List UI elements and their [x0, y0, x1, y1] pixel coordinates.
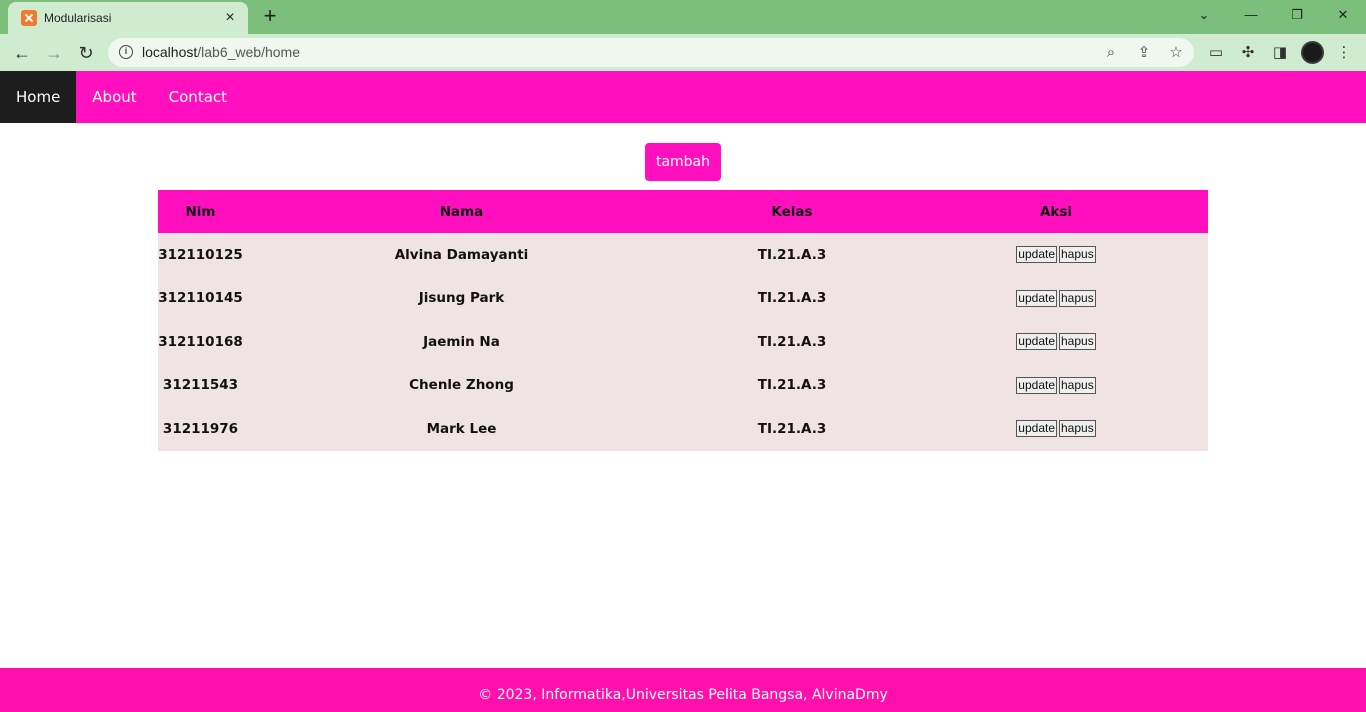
tab-title: Modularisasi — [44, 11, 112, 25]
delete-button[interactable]: hapus — [1059, 289, 1096, 307]
nav-home[interactable]: Home — [0, 71, 77, 123]
cell-kelas: TI.21.A.3 — [680, 363, 904, 407]
cast-icon[interactable]: ▭ — [1205, 42, 1227, 64]
browser-tab[interactable]: Modularisasi × — [8, 2, 248, 34]
update-button[interactable]: update — [1016, 420, 1057, 438]
footer-text: © 2023, Informatika,Universitas Pelita B… — [478, 687, 888, 703]
page-footer: © 2023, Informatika,Universitas Pelita B… — [0, 668, 1366, 712]
update-button[interactable]: update — [1016, 289, 1057, 307]
header-nama: Nama — [243, 190, 680, 233]
table-row: 312110168 Jaemin Na TI.21.A.3 update hapu… — [158, 320, 1208, 364]
cell-nim: 31211976 — [158, 407, 243, 451]
cell-nim: 312110125 — [158, 233, 243, 277]
bookmark-star-icon[interactable]: ☆ — [1166, 43, 1186, 63]
cell-aksi: update hapus — [904, 276, 1208, 320]
cell-nama: Jisung Park — [243, 276, 680, 320]
main-navbar: Home About Contact — [0, 71, 1366, 123]
header-nim: Nim — [158, 190, 243, 233]
add-button[interactable]: tambah — [645, 143, 721, 181]
delete-button[interactable]: hapus — [1059, 246, 1096, 264]
delete-button[interactable]: hapus — [1059, 420, 1096, 438]
cell-nim: 312110145 — [158, 276, 243, 320]
update-button[interactable]: update — [1016, 376, 1057, 394]
xampp-favicon-icon — [21, 10, 37, 26]
browser-toolbar: ← → ↻ i localhost/lab6_web/home ⌕ ⇪ ☆ ▭ … — [0, 34, 1366, 71]
table-row: 312110145 Jisung Park TI.21.A.3 update ha… — [158, 276, 1208, 320]
menu-kebab-icon[interactable]: ⋮ — [1333, 42, 1355, 64]
window-close-icon[interactable]: ✕ — [1320, 0, 1366, 30]
cell-nama: Alvina Damayanti — [243, 233, 680, 277]
profile-avatar[interactable] — [1301, 41, 1324, 64]
update-button[interactable]: update — [1016, 333, 1057, 351]
minimize-icon[interactable]: — — [1228, 0, 1274, 30]
cell-kelas: TI.21.A.3 — [680, 276, 904, 320]
delete-button[interactable]: hapus — [1059, 376, 1096, 394]
cell-nama: Jaemin Na — [243, 320, 680, 364]
side-panel-icon[interactable]: ◨ — [1269, 42, 1291, 64]
restore-icon[interactable]: ❐ — [1274, 0, 1320, 30]
cell-nama: Mark Lee — [243, 407, 680, 451]
share-icon[interactable]: ⇪ — [1134, 43, 1154, 63]
table-header-row: Nim Nama Kelas Aksi — [158, 190, 1208, 233]
close-tab-icon[interactable]: × — [222, 10, 238, 26]
zoom-icon[interactable]: ⌕ — [1101, 43, 1121, 63]
header-aksi: Aksi — [904, 190, 1208, 233]
table-row: 31211976 Mark Lee TI.21.A.3 update hapus — [158, 407, 1208, 451]
header-kelas: Kelas — [680, 190, 904, 233]
cell-kelas: TI.21.A.3 — [680, 407, 904, 451]
cell-nim: 312110168 — [158, 320, 243, 364]
site-info-icon[interactable]: i — [119, 45, 133, 59]
student-table: Nim Nama Kelas Aksi 312110125 Alvina Dam… — [158, 190, 1208, 451]
cell-aksi: update hapus — [904, 407, 1208, 451]
tab-search-chevron-icon[interactable]: ⌄ — [1181, 0, 1227, 30]
table-row: 31211543 Chenle Zhong TI.21.A.3 update ha… — [158, 363, 1208, 407]
cell-aksi: update hapus — [904, 320, 1208, 364]
cell-aksi: update hapus — [904, 363, 1208, 407]
reload-icon[interactable]: ↻ — [72, 39, 100, 67]
nav-about[interactable]: About — [76, 71, 152, 123]
cell-aksi: update hapus — [904, 233, 1208, 277]
forward-icon[interactable]: → — [40, 39, 68, 67]
delete-button[interactable]: hapus — [1059, 333, 1096, 351]
nav-contact[interactable]: Contact — [153, 71, 243, 123]
cell-nama: Chenle Zhong — [243, 363, 680, 407]
table-row: 312110125 Alvina Damayanti TI.21.A.3 upd… — [158, 233, 1208, 277]
extensions-icon[interactable]: ✣ — [1237, 42, 1259, 64]
cell-nim: 31211543 — [158, 363, 243, 407]
cell-kelas: TI.21.A.3 — [680, 233, 904, 277]
update-button[interactable]: update — [1016, 246, 1057, 264]
new-tab-icon[interactable]: + — [258, 5, 282, 29]
url-text: localhost/lab6_web/home — [142, 44, 301, 60]
back-icon[interactable]: ← — [8, 39, 36, 67]
browser-tab-strip: Modularisasi × + ⌄ — ❐ ✕ — [0, 0, 1366, 34]
address-bar[interactable]: i localhost/lab6_web/home ⌕ ⇪ ☆ — [108, 38, 1194, 67]
cell-kelas: TI.21.A.3 — [680, 320, 904, 364]
